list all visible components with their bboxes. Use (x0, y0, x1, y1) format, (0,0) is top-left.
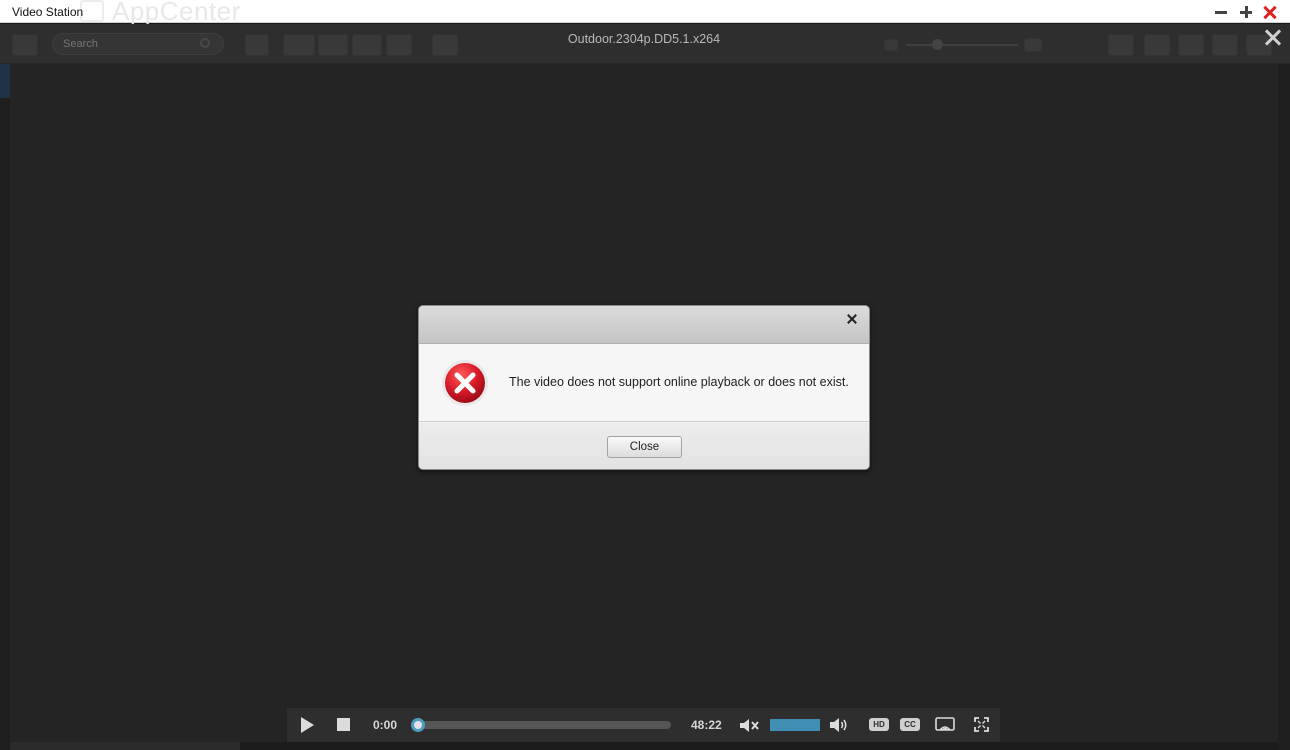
thumbnail-view-button[interactable] (283, 34, 315, 56)
dialog-footer: Close (419, 423, 869, 469)
display-mode-button[interactable] (1108, 34, 1134, 56)
volume-up-icon[interactable] (829, 717, 849, 733)
seek-bar[interactable] (417, 721, 671, 729)
info-button[interactable] (432, 34, 458, 56)
window-title: Video Station (12, 5, 84, 19)
window-close-icon[interactable] (1261, 3, 1279, 21)
appcenter-icon (80, 0, 104, 22)
background-app-name: AppCenter (112, 0, 241, 26)
app-toolbar: Outdoor.2304p.DD5.1.x264 (0, 24, 1290, 64)
minimize-icon[interactable] (1212, 3, 1230, 21)
player-close-icon[interactable] (1262, 27, 1284, 49)
settings-button[interactable] (1178, 34, 1204, 56)
sidebar-toggle-button[interactable] (12, 34, 38, 56)
stop-icon[interactable] (337, 718, 350, 731)
dialog-body: The video does not support online playba… (419, 344, 869, 422)
video-title: Outdoor.2304p.DD5.1.x264 (567, 32, 721, 46)
search-icon (200, 38, 210, 48)
folder-button[interactable] (386, 34, 412, 56)
hd-icon[interactable]: HD (869, 718, 889, 731)
dialog-header (419, 306, 869, 344)
error-message: The video does not support online playba… (509, 375, 849, 389)
slider-knob[interactable] (932, 39, 943, 50)
dialog-close-icon[interactable] (844, 311, 860, 327)
list-view-button[interactable] (318, 34, 348, 56)
fullscreen-icon[interactable] (974, 717, 989, 732)
search-input[interactable] (52, 33, 224, 55)
total-duration: 48:22 (691, 718, 722, 732)
thumbnail-size-slider[interactable] (906, 44, 1018, 46)
cast-icon[interactable] (935, 717, 955, 733)
refresh-button[interactable] (1144, 34, 1170, 56)
close-button[interactable]: Close (607, 436, 682, 458)
error-icon (442, 360, 488, 406)
horizontal-scrollbar[interactable] (10, 742, 240, 750)
left-panel-edge (0, 64, 10, 750)
seek-handle[interactable] (411, 718, 425, 732)
maximize-icon[interactable] (1237, 3, 1255, 21)
thumbnail-small-icon (884, 39, 898, 51)
left-panel-selection (0, 64, 10, 98)
filter-button[interactable] (245, 34, 269, 56)
error-dialog: The video does not support online playba… (418, 305, 870, 470)
cc-icon[interactable]: CC (900, 718, 920, 731)
back-button[interactable] (352, 34, 382, 56)
thumbnail-large-icon (1024, 38, 1042, 52)
help-button[interactable] (1212, 34, 1238, 56)
right-panel-edge (1278, 64, 1290, 750)
mute-icon[interactable] (739, 718, 761, 733)
play-icon[interactable] (301, 717, 314, 733)
player-controls: 0:00 48:22 HD CC (287, 708, 1000, 742)
current-time: 0:00 (373, 718, 398, 732)
window-titlebar: AppCenter Video Station (0, 0, 1290, 26)
volume-slider[interactable] (770, 719, 820, 731)
